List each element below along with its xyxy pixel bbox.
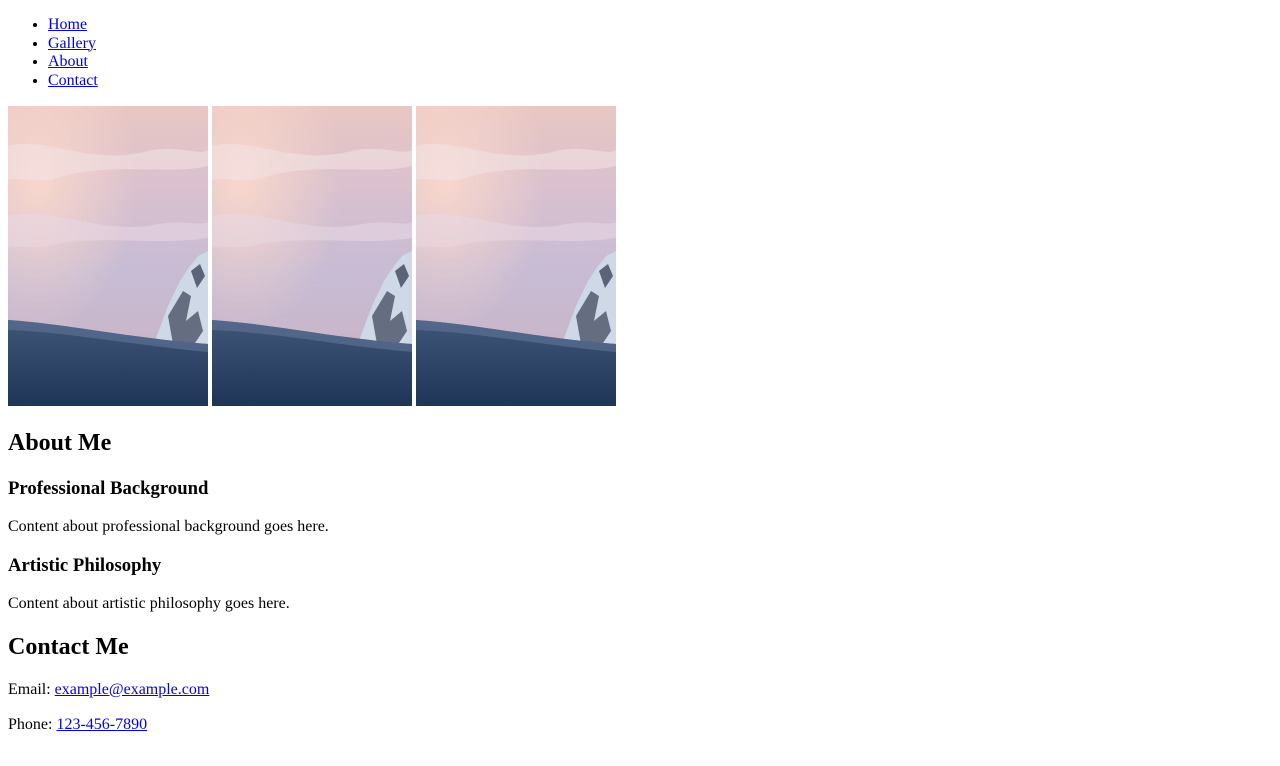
artistic-philosophy-text: Content about artistic philosophy goes h… — [8, 595, 290, 612]
nav-list: Home Gallery About Contact — [8, 16, 1272, 90]
phone-label: Phone: — [8, 716, 57, 733]
email-label: Email: — [8, 681, 55, 698]
gallery-image[interactable] — [416, 106, 616, 406]
main-nav: Home Gallery About Contact — [8, 16, 1272, 90]
nav-item-home: Home — [48, 16, 1272, 35]
artistic-philosophy-heading: Artistic Philosophy — [8, 555, 162, 576]
nav-item-contact: Contact — [48, 72, 1272, 91]
email-link[interactable]: example@example.com — [55, 681, 210, 698]
contact-heading: Contact Me — [8, 634, 129, 660]
nav-link-home[interactable]: Home — [48, 16, 87, 33]
email-line: Email: example@example.com — [8, 681, 1272, 699]
nav-link-gallery[interactable]: Gallery — [48, 35, 96, 52]
about-section: About Me Professional Background Content… — [8, 429, 1272, 613]
professional-background-heading: Professional Background — [8, 478, 209, 499]
phone-link[interactable]: 123-456-7890 — [56, 716, 147, 733]
page: Home Gallery About Contact — [0, 16, 1280, 734]
gallery — [8, 106, 1272, 406]
about-heading: About Me — [8, 430, 112, 456]
gallery-image[interactable] — [212, 106, 412, 406]
phone-line: Phone: 123-456-7890 — [8, 716, 1272, 734]
nav-link-about[interactable]: About — [48, 53, 88, 70]
nav-item-gallery: Gallery — [48, 35, 1272, 54]
nav-link-contact[interactable]: Contact — [48, 72, 98, 89]
professional-background-text: Content about professional background go… — [8, 518, 329, 535]
contact-section: Contact Me Email: example@example.com Ph… — [8, 633, 1272, 734]
nav-item-about: About — [48, 53, 1272, 72]
gallery-image[interactable] — [8, 106, 208, 406]
